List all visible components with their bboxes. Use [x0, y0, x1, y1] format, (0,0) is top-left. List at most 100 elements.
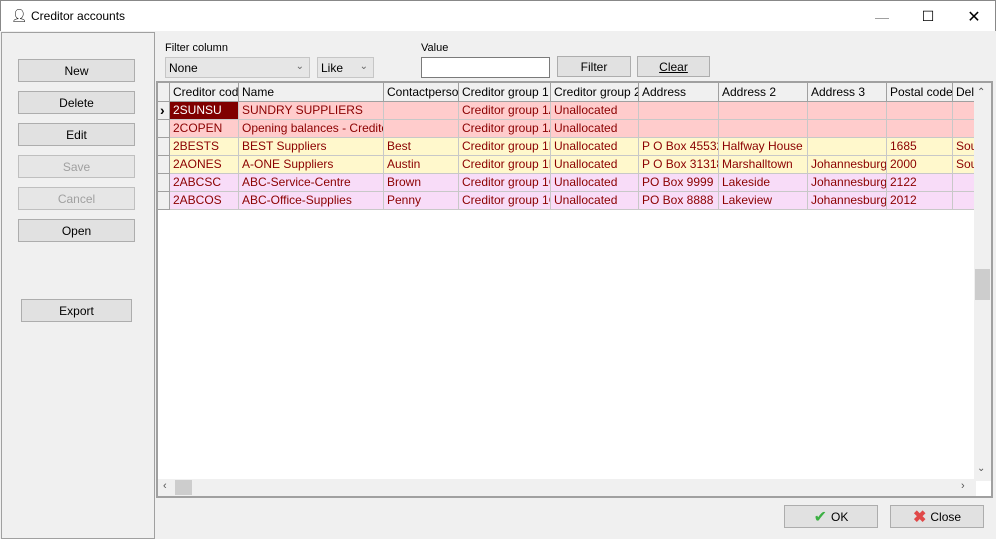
- row-indicator[interactable]: [158, 156, 170, 174]
- table-cell[interactable]: [639, 120, 719, 138]
- table-cell[interactable]: Lakeside: [719, 174, 808, 192]
- row-indicator[interactable]: ›: [158, 102, 170, 120]
- table-cell[interactable]: Penny: [384, 192, 459, 210]
- column-header[interactable]: Address: [639, 83, 719, 102]
- column-header[interactable]: Address 3: [808, 83, 887, 102]
- table-cell[interactable]: Unallocated: [551, 156, 639, 174]
- table-cell[interactable]: A-ONE Suppliers: [239, 156, 384, 174]
- table-cell[interactable]: [719, 102, 808, 120]
- row-indicator[interactable]: [158, 192, 170, 210]
- filter-button[interactable]: Filter: [557, 56, 631, 77]
- table-cell[interactable]: Johannesburg: [808, 192, 887, 210]
- close-label: Close: [930, 509, 962, 524]
- table-cell[interactable]: 2ABCOS: [170, 192, 239, 210]
- value-label: Value: [421, 42, 449, 54]
- table-cell[interactable]: Marshalltown: [719, 156, 808, 174]
- creditor-grid[interactable]: Creditor code Name Contactperson Creditor g…: [156, 81, 993, 498]
- table-cell[interactable]: 2BESTS: [170, 138, 239, 156]
- column-header[interactable]: Creditor code: [170, 83, 239, 102]
- horizontal-scrollbar[interactable]: ‹ ›: [158, 479, 976, 496]
- table-cell[interactable]: [719, 120, 808, 138]
- table-cell[interactable]: Creditor group 1C: [459, 192, 551, 210]
- column-header[interactable]: Name: [239, 83, 384, 102]
- filter-value-input[interactable]: [421, 57, 550, 78]
- table-cell[interactable]: ABC-Office-Supplies: [239, 192, 384, 210]
- close-window-button[interactable]: ✕: [951, 1, 996, 32]
- table-cell[interactable]: Creditor group 1C: [459, 174, 551, 192]
- table-cell[interactable]: P O Box 45532: [639, 138, 719, 156]
- table-cell[interactable]: Halfway House: [719, 138, 808, 156]
- scroll-right-icon[interactable]: ›: [961, 480, 965, 492]
- row-indicator-header: [158, 83, 170, 102]
- column-header[interactable]: Creditor group 2: [551, 83, 639, 102]
- filter-operator-select[interactable]: Like ⌄: [317, 57, 374, 78]
- table-cell[interactable]: SUNDRY SUPPLIERS: [239, 102, 384, 120]
- table-cell[interactable]: [887, 102, 953, 120]
- table-cell[interactable]: 2SUNSU: [170, 102, 239, 120]
- table-cell[interactable]: ABC-Service-Centre: [239, 174, 384, 192]
- row-indicator[interactable]: [158, 120, 170, 138]
- column-header[interactable]: Address 2: [719, 83, 808, 102]
- open-button[interactable]: Open: [18, 219, 135, 242]
- table-cell[interactable]: Creditor group 1A: [459, 120, 551, 138]
- table-cell[interactable]: 2AONES: [170, 156, 239, 174]
- table-cell[interactable]: PO Box 9999: [639, 174, 719, 192]
- table-cell[interactable]: 2ABCSC: [170, 174, 239, 192]
- table-cell[interactable]: Austin: [384, 156, 459, 174]
- table-cell[interactable]: BEST Suppliers: [239, 138, 384, 156]
- row-indicator[interactable]: [158, 174, 170, 192]
- filter-operator-value: Like: [321, 60, 344, 75]
- table-cell[interactable]: [384, 102, 459, 120]
- table-cell[interactable]: 2000: [887, 156, 953, 174]
- export-button[interactable]: Export: [21, 299, 132, 322]
- table-cell[interactable]: Unallocated: [551, 174, 639, 192]
- vertical-scroll-thumb[interactable]: [975, 269, 990, 300]
- table-cell[interactable]: Best: [384, 138, 459, 156]
- table-cell[interactable]: Unallocated: [551, 102, 639, 120]
- maximize-button[interactable]: ☐: [905, 1, 951, 32]
- delete-button[interactable]: Delete: [18, 91, 135, 114]
- new-button[interactable]: New: [18, 59, 135, 82]
- column-header[interactable]: Creditor group 1: [459, 83, 551, 102]
- table-cell[interactable]: 2122: [887, 174, 953, 192]
- table-cell[interactable]: Unallocated: [551, 192, 639, 210]
- table-cell[interactable]: [808, 120, 887, 138]
- scroll-left-icon[interactable]: ‹: [163, 480, 167, 492]
- table-cell[interactable]: Unallocated: [551, 138, 639, 156]
- table-cell[interactable]: [384, 120, 459, 138]
- filter-column-select[interactable]: None ⌄: [165, 57, 310, 78]
- table-cell[interactable]: Unallocated: [551, 120, 639, 138]
- horizontal-scroll-thumb[interactable]: [175, 480, 192, 495]
- table-cell[interactable]: [887, 120, 953, 138]
- clear-button[interactable]: Clear: [637, 56, 710, 77]
- table-cell[interactable]: Opening balances - Creditor: [239, 120, 384, 138]
- scroll-up-icon[interactable]: ⌃: [977, 87, 985, 98]
- table-cell[interactable]: [639, 102, 719, 120]
- close-button[interactable]: ✖ Close: [890, 505, 984, 528]
- ok-button[interactable]: ✔ OK: [784, 505, 878, 528]
- table-cell[interactable]: Creditor group 1B: [459, 138, 551, 156]
- table-cell[interactable]: Johannesburg: [808, 174, 887, 192]
- table-cell[interactable]: Lakeview: [719, 192, 808, 210]
- scroll-down-icon[interactable]: ⌄: [977, 463, 985, 474]
- column-header[interactable]: Postal code: [887, 83, 953, 102]
- table-cell[interactable]: [808, 138, 887, 156]
- cancel-button[interactable]: Cancel: [18, 187, 135, 210]
- row-indicator[interactable]: [158, 138, 170, 156]
- table-cell[interactable]: 1685: [887, 138, 953, 156]
- column-header[interactable]: Contactperson: [384, 83, 459, 102]
- save-button[interactable]: Save: [18, 155, 135, 178]
- table-cell[interactable]: Brown: [384, 174, 459, 192]
- edit-button[interactable]: Edit: [18, 123, 135, 146]
- minimize-button[interactable]: —: [859, 1, 905, 32]
- table-cell[interactable]: Creditor group 1A: [459, 102, 551, 120]
- table-cell[interactable]: [808, 102, 887, 120]
- table-cell[interactable]: 2COPEN: [170, 120, 239, 138]
- table-cell[interactable]: 2012: [887, 192, 953, 210]
- table-cell[interactable]: Johannesburg: [808, 156, 887, 174]
- user-icon: 👤︎: [11, 8, 28, 23]
- table-cell[interactable]: Creditor group 1B: [459, 156, 551, 174]
- table-cell[interactable]: PO Box 8888: [639, 192, 719, 210]
- table-cell[interactable]: P O Box 31318: [639, 156, 719, 174]
- vertical-scrollbar[interactable]: ⌃ ⌄: [974, 83, 991, 481]
